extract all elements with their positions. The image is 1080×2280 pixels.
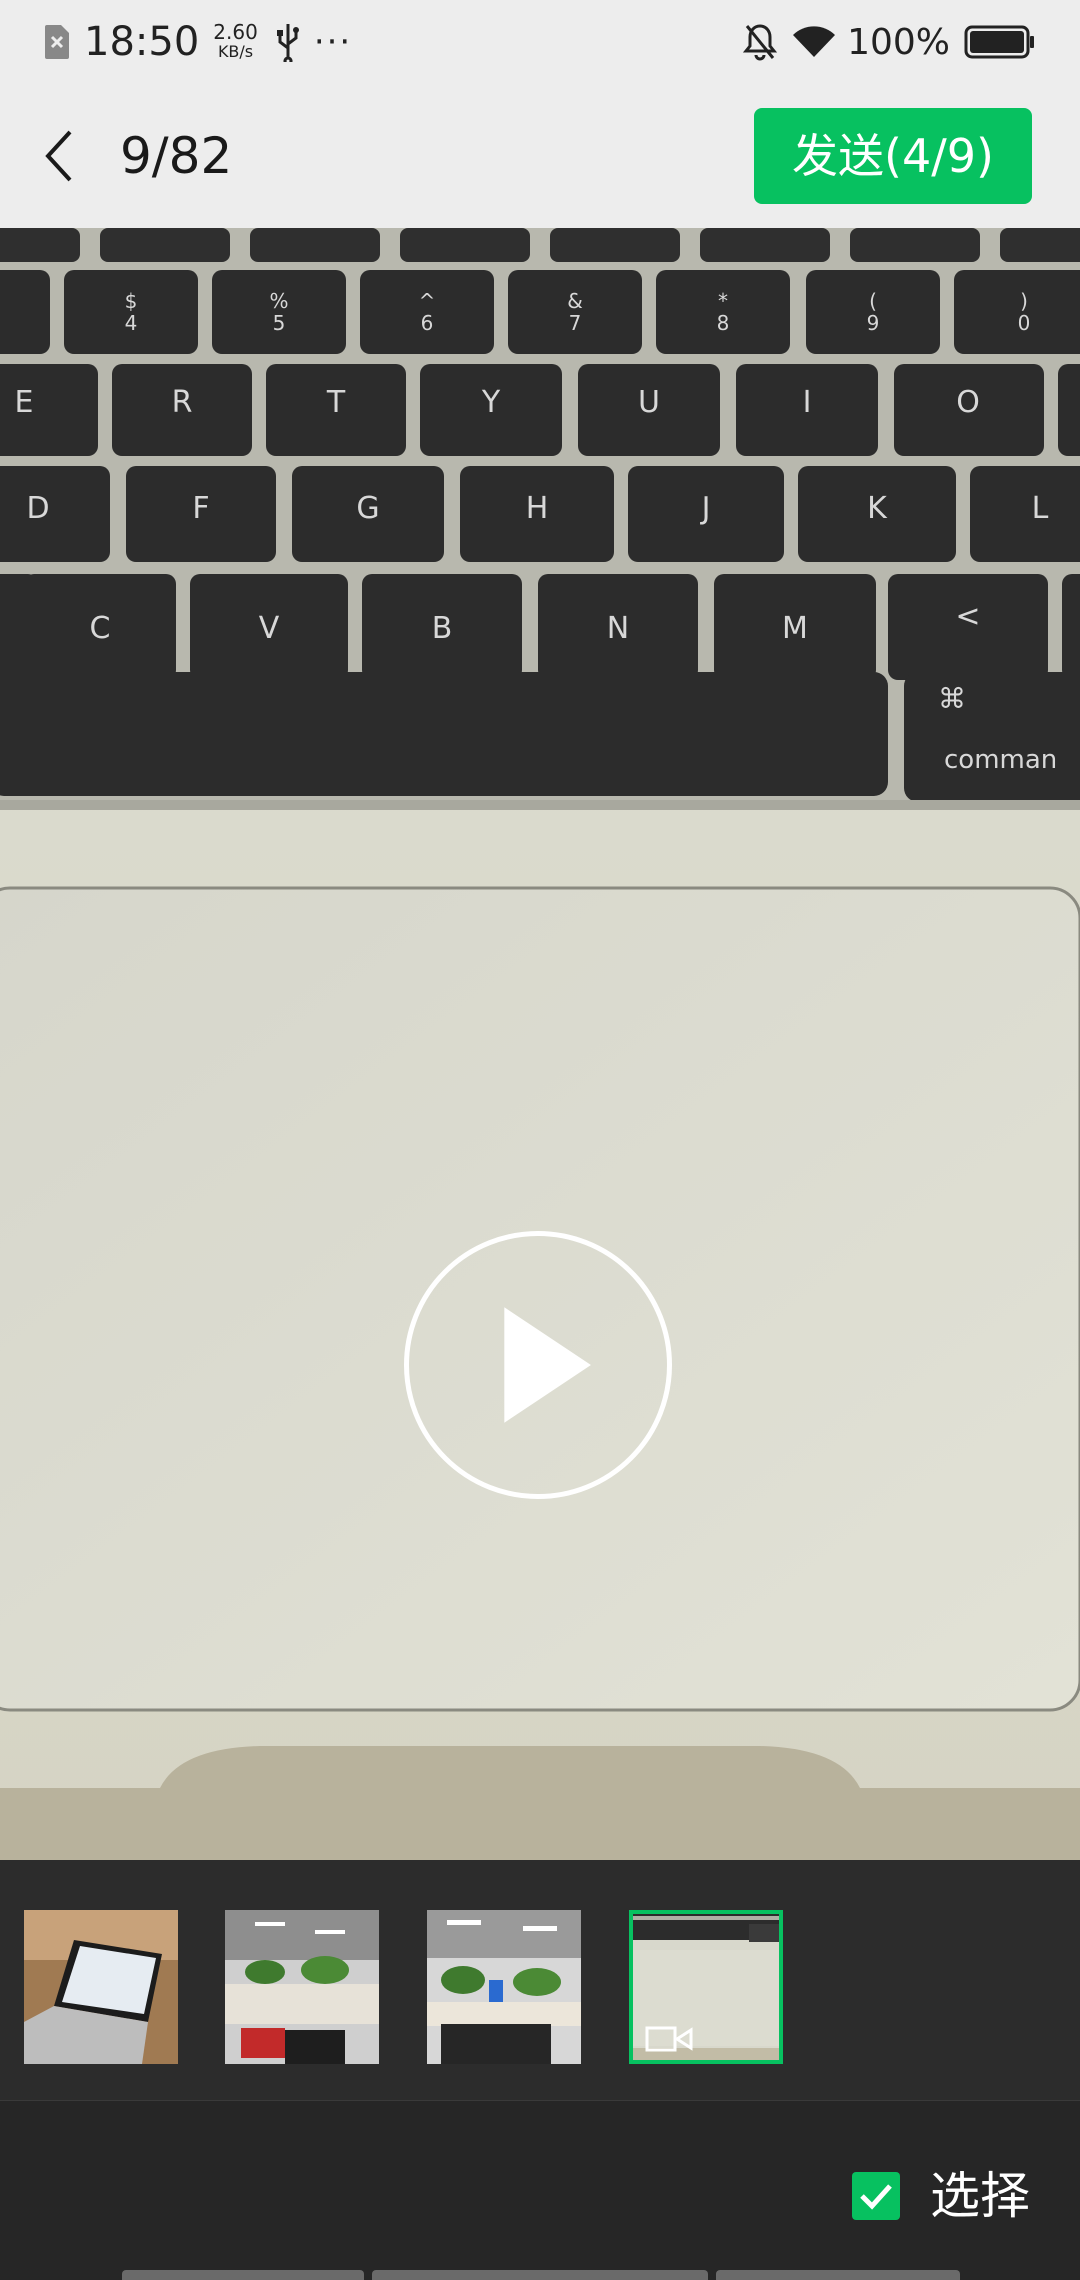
- thumbnail-image-keyboard: [629, 1910, 783, 2064]
- svg-text:J: J: [700, 491, 711, 526]
- wifi-icon: [793, 26, 837, 57]
- usb-icon: [276, 24, 299, 62]
- thumbnail-1[interactable]: [24, 1910, 178, 2064]
- svg-text:M: M: [782, 611, 808, 646]
- svg-text:V: V: [259, 611, 280, 646]
- send-button[interactable]: 发送(4/9): [754, 108, 1032, 204]
- clock: 18:50: [84, 19, 200, 65]
- svg-text:E: E: [15, 385, 34, 420]
- svg-text:*: *: [718, 289, 728, 313]
- svg-text:): ): [1020, 289, 1028, 313]
- svg-text:6: 6: [421, 311, 434, 335]
- status-bar: 18:50 2.60 KB/s ··· 100%: [0, 0, 1080, 84]
- status-left: 18:50 2.60 KB/s ···: [44, 18, 352, 66]
- home-indicator-segment: [716, 2270, 960, 2280]
- play-button[interactable]: [404, 1231, 672, 1499]
- svg-text:%: %: [269, 289, 288, 313]
- svg-text:8: 8: [717, 311, 730, 335]
- header-bar: 9/82 发送(4/9): [0, 84, 1080, 228]
- svg-text:T: T: [326, 385, 346, 420]
- thumbnail-image-laptop: [24, 1910, 178, 2064]
- svg-text:I: I: [803, 385, 812, 420]
- svg-text:7: 7: [569, 311, 582, 335]
- bottom-bar: 选择: [0, 2112, 1080, 2280]
- sim-icon: [45, 25, 69, 59]
- network-speed: 2.60 KB/s: [213, 20, 258, 61]
- chevron-left-icon: [45, 130, 72, 182]
- svg-text:K: K: [867, 491, 888, 526]
- svg-text:U: U: [638, 385, 660, 420]
- svg-text:^: ^: [419, 289, 436, 313]
- thumbnail-3[interactable]: [427, 1910, 581, 2064]
- thumbnail-image-office: [225, 1910, 379, 2064]
- svg-text:9: 9: [867, 311, 880, 335]
- svg-text:5: 5: [273, 311, 286, 335]
- svg-text:$: $: [125, 289, 138, 313]
- svg-text:4: 4: [125, 311, 138, 335]
- battery-percent: 100%: [847, 21, 950, 63]
- svg-text:<: <: [955, 599, 980, 634]
- keyboard-photo: $4 %5 ^6 &7 *8 (9 )0 E R T Y U I O D F G…: [0, 228, 1080, 1860]
- page-counter: 9/82: [120, 127, 233, 185]
- svg-text:Y: Y: [481, 385, 501, 420]
- svg-text:0: 0: [1018, 311, 1031, 335]
- home-indicator-segment: [122, 2270, 364, 2280]
- media-preview[interactable]: $4 % 5 ^ 6 & 7 * 8 (9 ) 0 E R T Y U I O D F G…: [0, 228, 1080, 1860]
- svg-text:B: B: [432, 611, 453, 646]
- checkmark-icon: [860, 2184, 892, 2210]
- select-checkbox[interactable]: [852, 2172, 900, 2220]
- select-label[interactable]: 选择: [930, 2164, 1030, 2228]
- svg-text:N: N: [607, 611, 629, 646]
- svg-text:comman: comman: [944, 745, 1057, 775]
- svg-text:L: L: [1032, 491, 1049, 526]
- svg-text:F: F: [192, 491, 209, 526]
- svg-text:G: G: [356, 491, 379, 526]
- play-icon: [504, 1307, 591, 1423]
- svg-text:⌘: ⌘: [938, 682, 966, 715]
- svg-text:&: &: [567, 289, 583, 313]
- svg-text:O: O: [956, 385, 980, 420]
- svg-text:H: H: [526, 491, 549, 526]
- svg-text:D: D: [26, 491, 49, 526]
- network-speed-value: 2.60: [213, 20, 258, 44]
- thumbnail-4-video[interactable]: [629, 1910, 783, 2064]
- battery-icon: [964, 25, 1034, 59]
- svg-text:(: (: [869, 289, 877, 313]
- bell-off-icon: [743, 24, 778, 61]
- status-right: 100%: [743, 18, 1036, 66]
- thumbnail-image-office: [427, 1910, 581, 2064]
- home-indicator-segment: [372, 2270, 708, 2280]
- back-button[interactable]: [30, 120, 90, 192]
- thumbnail-2[interactable]: [225, 1910, 379, 2064]
- svg-text:R: R: [172, 385, 193, 420]
- svg-text:C: C: [90, 611, 111, 646]
- more-notifications-icon: ···: [313, 22, 353, 62]
- network-speed-unit: KB/s: [217, 42, 254, 61]
- thumbnail-strip: [0, 1860, 1080, 2101]
